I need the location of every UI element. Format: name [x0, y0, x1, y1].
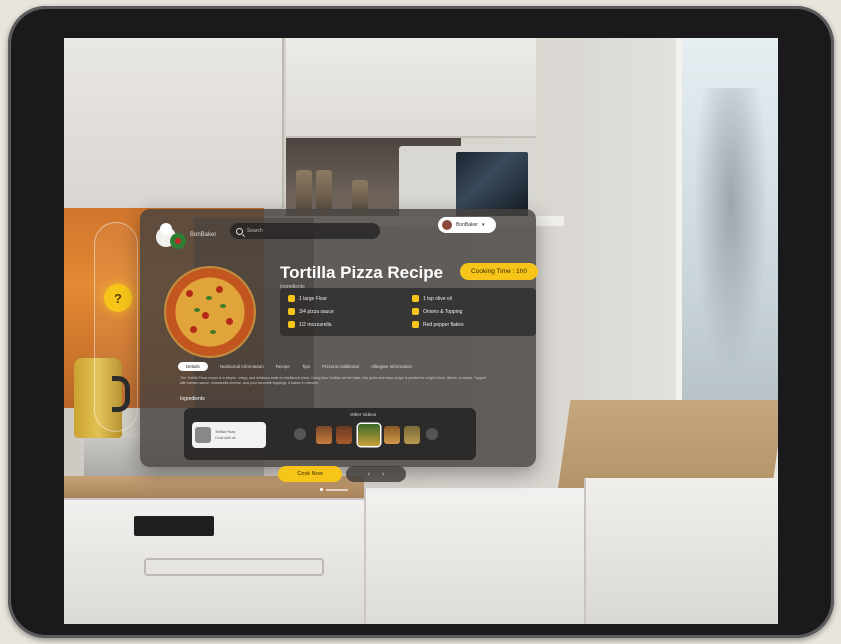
video-thumbnail[interactable] — [316, 426, 332, 444]
search-input[interactable]: Search — [230, 223, 380, 239]
user-menu[interactable]: BonBaker ▾ — [438, 217, 496, 233]
video-thumbnail[interactable] — [358, 424, 380, 446]
tab-recipe[interactable]: Recipe — [276, 364, 290, 369]
tab-nutrition[interactable]: Nutritional Information — [220, 364, 264, 369]
video-thumbnail[interactable] — [404, 426, 420, 444]
list-item: Onions & Topping — [412, 308, 462, 315]
recipe-tabs: Details Nutritional Information Recipe T… — [178, 360, 518, 372]
chevron-left-icon[interactable]: ‹ — [368, 471, 370, 478]
window-dot — [320, 488, 323, 491]
list-item: 1 tsp olive oil — [412, 295, 452, 302]
chevron-right-icon[interactable]: › — [382, 471, 384, 478]
user-name: BonBaker — [456, 222, 478, 228]
chevron-down-icon: ▾ — [481, 222, 485, 228]
chevron-left-icon[interactable] — [294, 428, 306, 440]
window-grabber[interactable] — [326, 489, 348, 491]
chevron-right-icon[interactable] — [426, 428, 438, 440]
rail-handle-icon[interactable]: ? — [104, 284, 132, 312]
recipe-description: The Tortilla Pizza recipe is a simple, c… — [180, 376, 486, 385]
video-sub: Cook with us — [215, 436, 236, 440]
ingredient-icon — [288, 321, 295, 328]
vr-side-rail[interactable] — [94, 222, 138, 432]
ingredients-list: 1 large Flour 1 tsp olive oil 3/4 pizza … — [280, 288, 536, 336]
screen: ? BonBaker Search BonBaker ▾ Tortilla Pi… — [64, 38, 778, 624]
brand-name: BonBaker — [190, 232, 217, 238]
video-thumbnail — [195, 427, 211, 443]
ingredient-icon — [412, 321, 419, 328]
tab-details[interactable]: Details — [178, 361, 208, 371]
video-thumbnail[interactable] — [384, 426, 400, 444]
video-card[interactable]: Tortilla Pizza Cook with us — [192, 422, 266, 448]
ingredient-icon — [412, 308, 419, 315]
section-label: Ingredients — [180, 396, 205, 402]
ingredient-icon — [412, 295, 419, 302]
ingredient-icon — [288, 308, 295, 315]
ingredient-icon — [288, 295, 295, 302]
chef-logo-icon — [156, 223, 186, 249]
tab-tips[interactable]: Tips — [302, 364, 310, 369]
list-item: Red pepper flakes — [412, 321, 464, 328]
tablet-frame: ? BonBaker Search BonBaker ▾ Tortilla Pi… — [8, 6, 834, 638]
search-placeholder: Search — [247, 228, 263, 234]
list-item: 3/4 pizza sauce — [288, 308, 334, 315]
other-videos-label: Other Videos — [350, 412, 377, 417]
list-item: 1/2 mozzarella — [288, 321, 332, 328]
nav-pill: ‹ › — [346, 466, 406, 482]
avatar — [442, 220, 452, 230]
video-title: Tortilla Pizza — [215, 430, 236, 434]
cooking-time-button[interactable]: Cooking Time : 1h0 — [460, 263, 538, 280]
search-icon — [236, 227, 243, 235]
tab-allergies[interactable]: Allergies Information — [371, 364, 412, 369]
cook-now-button[interactable]: Cook Now — [278, 466, 342, 482]
tab-additional[interactable]: Pizzeria Additional — [322, 364, 359, 369]
video-thumbnail[interactable] — [336, 426, 352, 444]
page-title: Tortilla Pizza Recipe — [280, 263, 444, 282]
pizza-image — [166, 268, 254, 356]
list-item: 1 large Flour — [288, 295, 327, 302]
